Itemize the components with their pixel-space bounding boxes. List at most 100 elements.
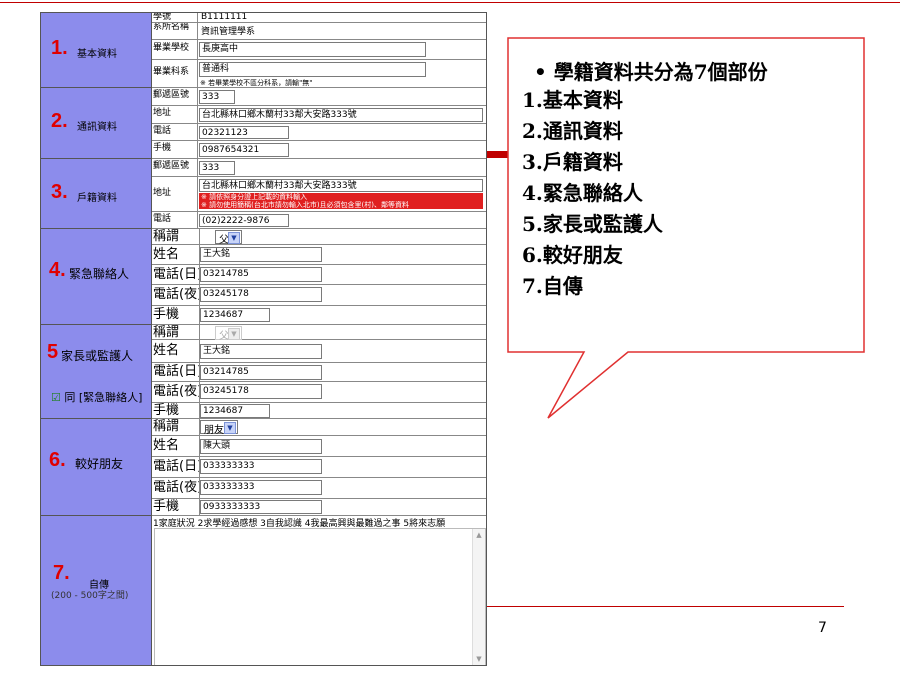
callout-item: 1.基本資料 (522, 88, 623, 112)
field-label: 手機 (152, 141, 198, 158)
field-label: 電話 (152, 124, 198, 140)
mobile-input[interactable]: 1234687 (200, 308, 270, 322)
postal-code-input[interactable]: 333 (199, 90, 235, 104)
form-row: 地址 台北縣林口鄉木蘭村33鄰大安路333號 ※ 請依照身分證上記載的資料輸入 … (152, 177, 486, 212)
name-input[interactable]: 王大銘 (200, 344, 322, 359)
section-label: 2. 通訊資料 (41, 88, 152, 159)
postal-code-input[interactable]: 333 (199, 161, 235, 175)
section-guardian: 5 家長或監護人 ☑ 同 [緊急聯絡人] 稱謂 父 ▼ 姓名 王大銘 電話(日)… (41, 325, 486, 419)
address-input[interactable]: 台北縣林口鄉木蘭村33鄰大安路333號 (199, 179, 483, 192)
field-label: 郵遞區號 (152, 159, 198, 176)
mobile-input[interactable]: 0933333333 (200, 500, 322, 514)
checkbox-label: 同 [緊急聯絡人] (64, 391, 143, 404)
same-as-emergency-checkbox[interactable]: ☑ 同 [緊急聯絡人] (51, 389, 142, 405)
field-label: 電話 (152, 212, 198, 228)
section-title: 通訊資料 (77, 122, 117, 133)
form-row: 姓名 王大銘 (152, 245, 486, 265)
field-label: 地址 (152, 177, 198, 211)
form-row: 郵遞區號 333 (152, 88, 486, 106)
section-label: 7. 自傳 (200 - 500字之間) (41, 516, 152, 665)
autobiography-textarea[interactable]: ▲ ▼ (154, 528, 486, 665)
form-row: 電話(日) 03214785 (152, 265, 486, 285)
relation-select[interactable]: 父 ▼ (215, 230, 242, 246)
scroll-down-icon[interactable]: ▼ (473, 653, 485, 665)
mobile-input[interactable]: 0987654321 (199, 143, 289, 157)
day-phone-input[interactable]: 03214785 (200, 365, 322, 380)
scrollbar[interactable]: ▲ ▼ (472, 529, 485, 665)
callout-heading: • 學籍資料共分為7個部份 (534, 56, 768, 85)
school-input[interactable]: 長庚高中 (199, 42, 426, 57)
field-label: 姓名 (152, 436, 200, 456)
night-phone-input[interactable]: 03245178 (200, 384, 322, 399)
section-label: 6. 較好朋友 (41, 419, 152, 516)
checkbox-checked-icon[interactable]: ☑ (51, 391, 61, 404)
field-label: 郵遞區號 (152, 88, 198, 105)
chevron-down-icon: ▼ (228, 232, 240, 244)
callout-item: 3.戶籍資料 (522, 150, 623, 174)
form-row: 稱謂 朋友 ▼ (152, 419, 486, 436)
mobile-input[interactable]: 1234687 (200, 404, 270, 418)
phone-input[interactable]: (02)2222-9876 (199, 214, 289, 227)
day-phone-input[interactable]: 03214785 (200, 267, 322, 282)
form-row: 電話(日) 033333333 (152, 457, 486, 478)
section-number: 3. (51, 181, 68, 203)
student-record-form: 1. 基本資料 學號 B1111111 系所名稱 資訊管理學系 畢業學校 長庚高… (40, 12, 487, 666)
section-number: 1. (51, 37, 68, 59)
select-value: 朋友 (204, 425, 224, 436)
field-label: 電話(夜) (152, 478, 200, 498)
section-label: 1. 基本資料 (41, 13, 152, 88)
section-title: 戶籍資料 (77, 193, 117, 204)
form-row: 手機 0987654321 (152, 141, 486, 159)
callout-item: 2.通訊資料 (522, 119, 623, 143)
section-household-info: 3. 戶籍資料 郵遞區號 333 地址 台北縣林口鄉木蘭村33鄰大安路333號 … (41, 159, 486, 229)
field-label: 電話(日) (153, 363, 200, 381)
field-label: 地址 (152, 106, 198, 123)
major-input[interactable]: 普通科 (199, 62, 426, 77)
field-label: 電話(夜) (152, 382, 200, 402)
field-label: 學號 (152, 13, 198, 22)
section-emergency-contact: 4. 緊急聯絡人 稱謂 父 ▼ 姓名 王大銘 電話(日) 03214785 電話… (41, 229, 486, 325)
callout-text: • 學籍資料共分為7個部份 1.基本資料 2.通訊資料 3.戶籍資料 4.緊急聯… (522, 56, 768, 302)
field-label: 稱謂 (152, 229, 200, 244)
field-value: 資訊管理學系 (201, 27, 256, 37)
callout-item: 5.家長或監護人 (522, 212, 663, 236)
day-phone-input[interactable]: 033333333 (200, 459, 322, 474)
warning-note: ※ 請勿使用簡稱(台北市請勿輸入北市)且必須包含里(村)、鄰等資料 (199, 201, 483, 209)
section-label: 3. 戶籍資料 (41, 159, 152, 229)
name-input[interactable]: 陳大頭 (200, 439, 322, 454)
field-label: 電話(夜) (152, 285, 200, 305)
form-row: 系所名稱 資訊管理學系 (152, 23, 486, 40)
section-number: 5 (47, 341, 59, 363)
form-row: 地址 台北縣林口鄉木蘭村33鄰大安路333號 (152, 106, 486, 124)
form-row: 電話(夜) 03245178 (152, 285, 486, 306)
word-limit-note: (200 - 500字之間) (51, 591, 129, 601)
section-number: 7. (53, 562, 70, 584)
form-row: 手機 1234687 (152, 403, 486, 419)
form-row: 稱謂 父 ▼ (152, 229, 486, 246)
field-label: 手機 (152, 403, 200, 418)
night-phone-input[interactable]: 033333333 (200, 480, 322, 495)
field-label: 稱謂 (152, 325, 200, 339)
chevron-down-icon: ▼ (228, 328, 240, 340)
name-input[interactable]: 王大銘 (200, 247, 322, 262)
field-label: 電話(日) (153, 265, 200, 284)
form-row: 畢業學校 長庚高中 (152, 40, 486, 60)
field-label: 系所名稱 (152, 23, 198, 39)
field-label: 電話(日) (152, 457, 200, 477)
field-label: 稱謂 (152, 419, 200, 435)
night-phone-input[interactable]: 03245178 (200, 287, 322, 302)
section-contact-info: 2. 通訊資料 郵遞區號 333 地址 台北縣林口鄉木蘭村33鄰大安路333號 … (41, 88, 486, 159)
form-row: 電話 (02)2222-9876 (152, 212, 486, 229)
form-row: 電話(日) 03214785 (152, 363, 486, 382)
field-label: 畢業學校 (152, 40, 198, 59)
section-label: 4. 緊急聯絡人 (41, 229, 152, 325)
phone-input[interactable]: 02321123 (199, 126, 289, 139)
address-input[interactable]: 台北縣林口鄉木蘭村33鄰大安路333號 (199, 108, 483, 122)
callout-item: 6.較好朋友 (522, 243, 623, 267)
scroll-up-icon[interactable]: ▲ (473, 529, 485, 541)
section-number: 6. (49, 449, 66, 471)
field-value: B1111111 (201, 12, 248, 22)
relation-select[interactable]: 朋友 ▼ (200, 420, 238, 436)
section-title: 家長或監護人 (61, 349, 134, 363)
field-note: ※ 若畢業學校不區分科系，請輸"無" (200, 79, 313, 87)
